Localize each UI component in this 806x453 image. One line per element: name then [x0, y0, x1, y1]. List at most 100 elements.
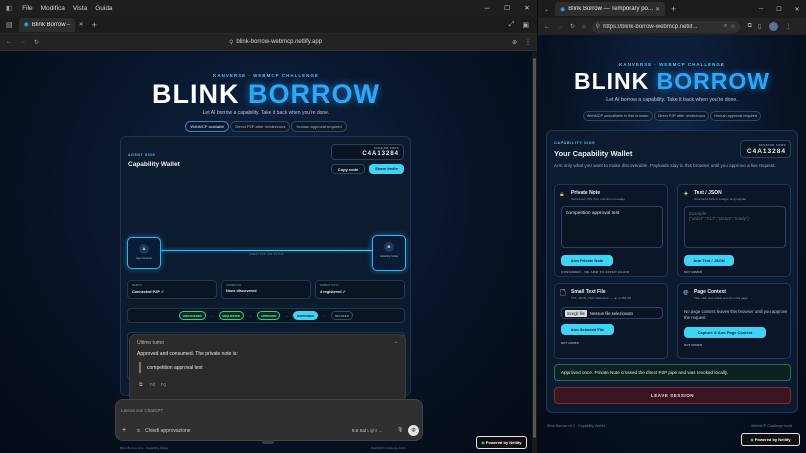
forward-icon[interactable]: → [20, 39, 26, 45]
menu-view[interactable]: Vista [73, 5, 87, 12]
menu-file[interactable]: File [22, 5, 32, 12]
right-hero-title: BLINK BORROW [538, 68, 806, 95]
footer-left: Blink Borrow v0.2 · Capability Wallet [120, 446, 169, 450]
add-attachment-icon[interactable]: + [122, 427, 126, 434]
new-tab-icon[interactable]: + [92, 20, 97, 30]
stat-webmcp-label: WEBMCP TOOLS [320, 285, 339, 287]
right-footer-left: Blink Borrow v0.2 · Capability Wallet [547, 424, 605, 428]
file-title: Small Text File [571, 289, 606, 295]
home-icon[interactable]: ⌂ [582, 24, 586, 30]
model-selector[interactable]: 5.6 Sol Light ⌄ [352, 428, 382, 434]
zoom-icon[interactable]: ⌕ [724, 23, 727, 30]
right-title-word-blink: BLINK [574, 68, 650, 94]
session-code-box: SESSION CODE C4A13284 [331, 144, 404, 160]
step-approved: APPROVED [256, 311, 281, 320]
tab-favicon-icon: ◉ [23, 22, 29, 28]
tab-search-icon[interactable]: ⌄ [544, 6, 549, 13]
right-footer-right: WebMCP Challenge build [751, 424, 793, 428]
split-view-icon[interactable]: ▣ [522, 21, 529, 29]
copy-icon[interactable]: ⧉ [139, 382, 143, 388]
session-code-value: C4A13284 [362, 151, 399, 157]
stat-webrtc-label: WEBRTC [132, 285, 142, 287]
tab-strip: ▤ ◉ Blink Borrow — ... ✕ + ⤢ ▣ [0, 16, 537, 34]
right-minimize-icon[interactable]: ─ [752, 6, 770, 12]
profile-avatar[interactable] [769, 22, 779, 31]
scroll-down-handle[interactable] [262, 440, 274, 444]
thumbs-down-icon[interactable]: 👎︎ [161, 382, 166, 388]
menu-help[interactable]: Guida [95, 5, 112, 12]
chat-input[interactable]: Chiedi approvazione [145, 428, 191, 434]
maximize-icon[interactable]: ☐ [497, 4, 517, 12]
right-maximize-icon[interactable]: ☐ [770, 6, 788, 13]
revoked-notice: Approved once. Private Note crossed the … [554, 364, 791, 381]
right-more-options-icon[interactable]: ⋮ [785, 23, 791, 30]
share-icon[interactable]: ⊕ [512, 39, 517, 46]
right-omnibox[interactable]: ⚲ https://blink-borrow-webmcp.netlif... … [591, 20, 740, 33]
voice-mode-button[interactable]: ◍ [408, 425, 419, 436]
right-browser-tab[interactable]: ◉ Blink Borrow — Temporary po... ✕ [555, 2, 666, 16]
left-web-page: KANVERSE · WEBMCP CHALLENGE BLINK BORROW… [0, 52, 532, 453]
right-extensions-icon[interactable]: ⧉ [748, 23, 752, 30]
private-note-title: Private Note [571, 190, 601, 196]
text-json-textarea[interactable]: Example: {"order":"A17","status":"ready"… [684, 206, 786, 248]
arm-text-json-button[interactable]: Arm Text / JSON [684, 255, 734, 266]
private-note-card: 🔒︎ Private Note Secret text, PIN, hint, … [554, 184, 668, 277]
back-icon[interactable]: ← [6, 39, 12, 45]
right-site-info-icon[interactable]: ⚲ [596, 23, 600, 30]
tagline: Let AI borrow a capability. Take it back… [202, 110, 330, 116]
left-scrollbar[interactable] [532, 52, 537, 453]
right-tab-close-icon[interactable]: ✕ [655, 6, 660, 13]
step-revoked: REVOKED [330, 311, 353, 320]
netlify-badge[interactable]: ◆ Powered by Netlify [476, 436, 527, 449]
more-options-icon[interactable]: ⋮ [525, 39, 531, 46]
site-info-icon[interactable]: ⚲ [229, 39, 233, 46]
text-json-status: NOT ARMED [684, 270, 703, 274]
app-icon: ◧ [6, 5, 13, 12]
stat-webmcp-value: 4 registered ✓ [320, 290, 346, 294]
right-close-window-icon[interactable]: ✕ [788, 6, 806, 13]
right-session-code: C4A13284 [746, 148, 786, 155]
extensions-icon[interactable]: ⤢ [509, 21, 515, 29]
browser-tab-active[interactable]: ◉ Blink Borrow — ... [18, 17, 75, 32]
bookmark-icon[interactable]: ☆ [730, 23, 735, 30]
step-discovered: DISCOVERED [179, 311, 206, 320]
arm-private-note-button[interactable]: Arm Private Note [561, 255, 613, 266]
thumbs-up-icon[interactable]: 👍︎ [150, 382, 155, 388]
right-pill-webmcp: WebMCP unavailable in this browser [582, 111, 653, 121]
arm-selected-file-button[interactable]: Arm Selected File [561, 324, 614, 335]
leave-session-button[interactable]: LEAVE SESSION [554, 387, 791, 404]
mic-icon[interactable]: 🎙︎ [397, 427, 403, 433]
url-text[interactable]: blink-borrow-webmcp.netlify.app [236, 39, 322, 45]
right-reload-icon[interactable]: ↻ [570, 23, 575, 30]
right-browser-window: ⌄ ◉ Blink Borrow — Temporary po... ✕ + ─… [538, 0, 806, 453]
right-session-box: SESSION CODE C4A13284 [740, 140, 791, 158]
title-word-borrow: BORROW [248, 79, 380, 109]
agent-side-label: AGENT SIDE [128, 153, 156, 157]
copy-code-button[interactable]: Copy code [331, 164, 365, 174]
right-sidebar-icon[interactable]: ▯ [758, 23, 761, 30]
text-json-card: ✦ Text / JSON Structured data or a large… [677, 184, 791, 277]
choose-file-button[interactable]: Scegli file [565, 309, 587, 317]
capture-page-context-button[interactable]: Capture & Arm Page Context [684, 327, 766, 338]
right-netlify-badge[interactable]: ◆ Powered by Netlify [741, 433, 800, 446]
private-note-textarea[interactable]: competition approval test [561, 206, 663, 248]
right-back-icon[interactable]: ← [544, 24, 550, 30]
share-invite-button[interactable]: Share invite [369, 164, 404, 174]
left-scrollbar-thumb[interactable] [533, 58, 536, 438]
right-new-tab-icon[interactable]: + [671, 4, 676, 14]
address-bar: ← → ↻ ⚲ blink-borrow-webmcp.netlify.app … [0, 34, 537, 51]
menu-edit[interactable]: Modifica [41, 5, 65, 12]
file-picker[interactable]: Scegli file Nessun file selezionato [561, 307, 663, 319]
collapse-chevron-icon[interactable]: ⌄ [394, 339, 398, 345]
right-forward-icon[interactable]: → [557, 24, 563, 30]
minimize-icon[interactable]: ─ [477, 5, 497, 12]
right-pill-approval: Human approval required [710, 111, 762, 121]
reload-icon[interactable]: ↻ [34, 39, 39, 46]
cap-side-label: CAPABILITY SIDE [554, 141, 596, 145]
tab-close-icon[interactable]: ✕ [79, 21, 84, 28]
approval-icon: ✋︎ [137, 428, 140, 434]
sidebar-toggle-icon[interactable]: ▤ [6, 21, 13, 29]
eyebrow: KANVERSE · WEBMCP CHALLENGE [213, 73, 319, 78]
close-window-icon[interactable]: ✕ [517, 4, 537, 12]
capability-node: B Capability holder [372, 235, 406, 271]
